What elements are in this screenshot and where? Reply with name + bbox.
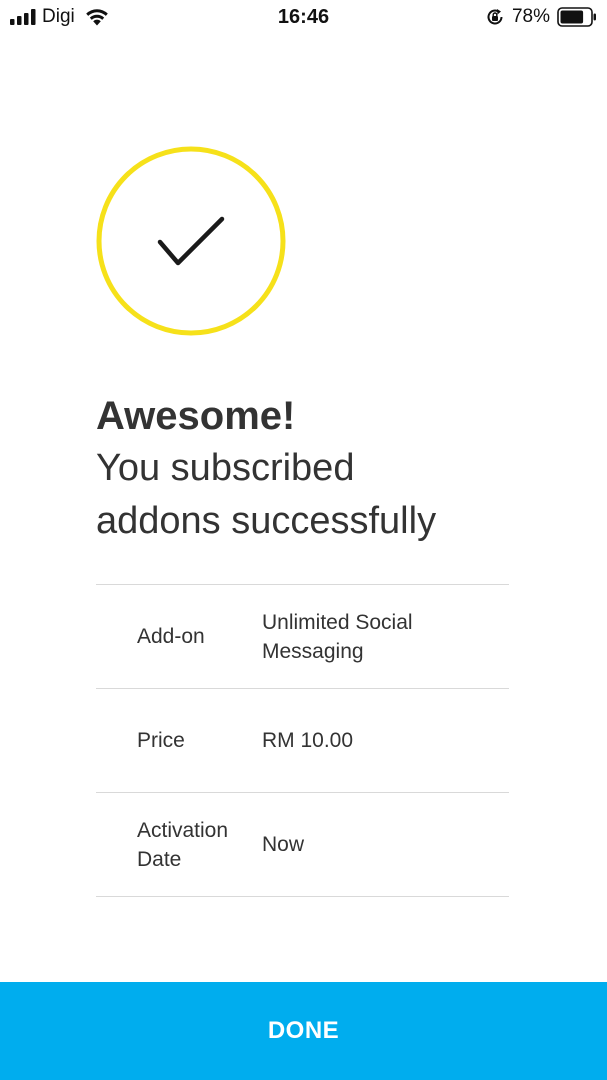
detail-label: Add-on bbox=[137, 625, 205, 648]
success-title: Awesome! bbox=[96, 394, 296, 438]
status-bar-right: 78% bbox=[485, 5, 597, 29]
success-message-line-1: You subscribed bbox=[96, 447, 355, 489]
success-message: Awesome! You subscribed addons successfu… bbox=[96, 390, 556, 548]
detail-value: Unlimited Social Messaging bbox=[262, 610, 413, 663]
detail-label: Price bbox=[137, 729, 185, 752]
detail-row-addon: Add-on Unlimited Social Messaging bbox=[96, 585, 509, 689]
detail-row-price: Price RM 10.00 bbox=[96, 689, 509, 793]
success-check-circle bbox=[96, 146, 286, 336]
success-message-line-2: addons successfully bbox=[96, 500, 437, 542]
checkmark-icon bbox=[157, 216, 225, 266]
battery-icon bbox=[557, 7, 596, 27]
done-button[interactable]: DONE bbox=[0, 982, 607, 1080]
detail-row-activation-date: Activation Date Now bbox=[96, 793, 509, 897]
detail-value: Now bbox=[262, 833, 305, 856]
detail-label: Activation Date bbox=[137, 818, 229, 871]
rotation-lock-icon bbox=[487, 9, 503, 25]
battery-percent: 78% bbox=[511, 6, 550, 27]
subscription-details: Add-on Unlimited Social Messaging Price … bbox=[96, 584, 509, 897]
status-bar: Digi 16:46 78% bbox=[0, 0, 607, 34]
detail-value: RM 10.00 bbox=[262, 729, 354, 752]
